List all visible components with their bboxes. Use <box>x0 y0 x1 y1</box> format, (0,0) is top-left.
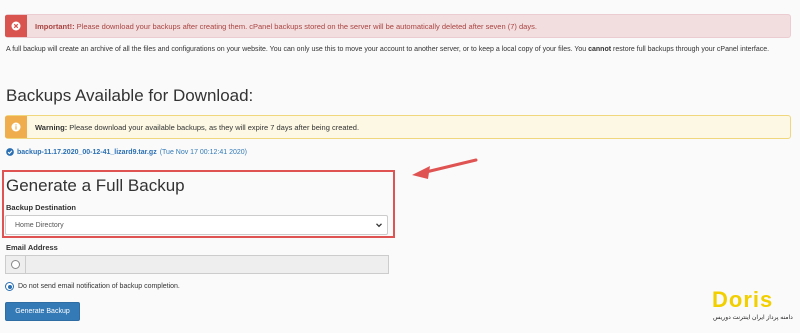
radio-unchecked-icon <box>11 260 20 269</box>
important-alert-strong: Important!: <box>35 21 75 31</box>
warning-alert: Warning: Please download your available … <box>5 115 791 139</box>
logo-subtitle: دامنه پرداز ایران اینترنت دوریس <box>713 315 793 321</box>
email-address-input[interactable] <box>26 255 389 274</box>
email-row <box>5 255 389 274</box>
generate-backup-button[interactable]: Generate Backup <box>5 302 80 321</box>
email-radio[interactable] <box>5 255 26 274</box>
no-email-label: Do not send email notification of backup… <box>18 283 180 290</box>
important-alert-message: Please download your backups after creat… <box>74 21 537 31</box>
check-circle-icon <box>6 148 14 156</box>
warning-alert-message: Please download your available backups, … <box>67 122 360 132</box>
info-icon <box>5 116 27 138</box>
radio-checked-icon[interactable] <box>5 282 14 291</box>
logo-word: Doris <box>712 287 774 312</box>
intro-text: A full backup will create an archive of … <box>6 44 790 55</box>
backups-heading: Backups Available for Download: <box>6 86 254 105</box>
email-address-label: Email Address <box>6 243 58 252</box>
backup-date: (Tue Nov 17 00:12:41 2020) <box>159 148 248 156</box>
backup-destination-select[interactable]: Home Directory <box>5 215 388 235</box>
chevron-down-icon <box>376 223 382 228</box>
important-alert-text: Important!: Please download your backups… <box>35 22 537 31</box>
backup-destination-value: Home Directory <box>15 221 64 229</box>
close-circle-icon <box>5 15 27 37</box>
no-email-option[interactable]: Do not send email notification of backup… <box>5 282 180 291</box>
important-alert: Important!: Please download your backups… <box>5 14 791 38</box>
warning-alert-text: Warning: Please download your available … <box>35 123 359 132</box>
backup-item[interactable]: backup-11.17.2020_00-12-41_lizard9.tar.g… <box>6 148 247 156</box>
annotation-arrow-icon <box>412 158 478 179</box>
intro-strong: cannot <box>588 46 612 53</box>
doris-logo: Doris دامنه پرداز ایران اینترنت دوریس <box>712 287 793 327</box>
intro-part1: A full backup will create an archive of … <box>6 46 589 53</box>
intro-part2: restore full backups through your cPanel… <box>611 46 770 53</box>
backup-destination-label: Backup Destination <box>6 203 77 212</box>
warning-alert-strong: Warning: <box>35 122 68 132</box>
backup-file-link[interactable]: backup-11.17.2020_00-12-41_lizard9.tar.g… <box>17 149 157 156</box>
generate-backup-heading: Generate a Full Backup <box>6 176 185 195</box>
